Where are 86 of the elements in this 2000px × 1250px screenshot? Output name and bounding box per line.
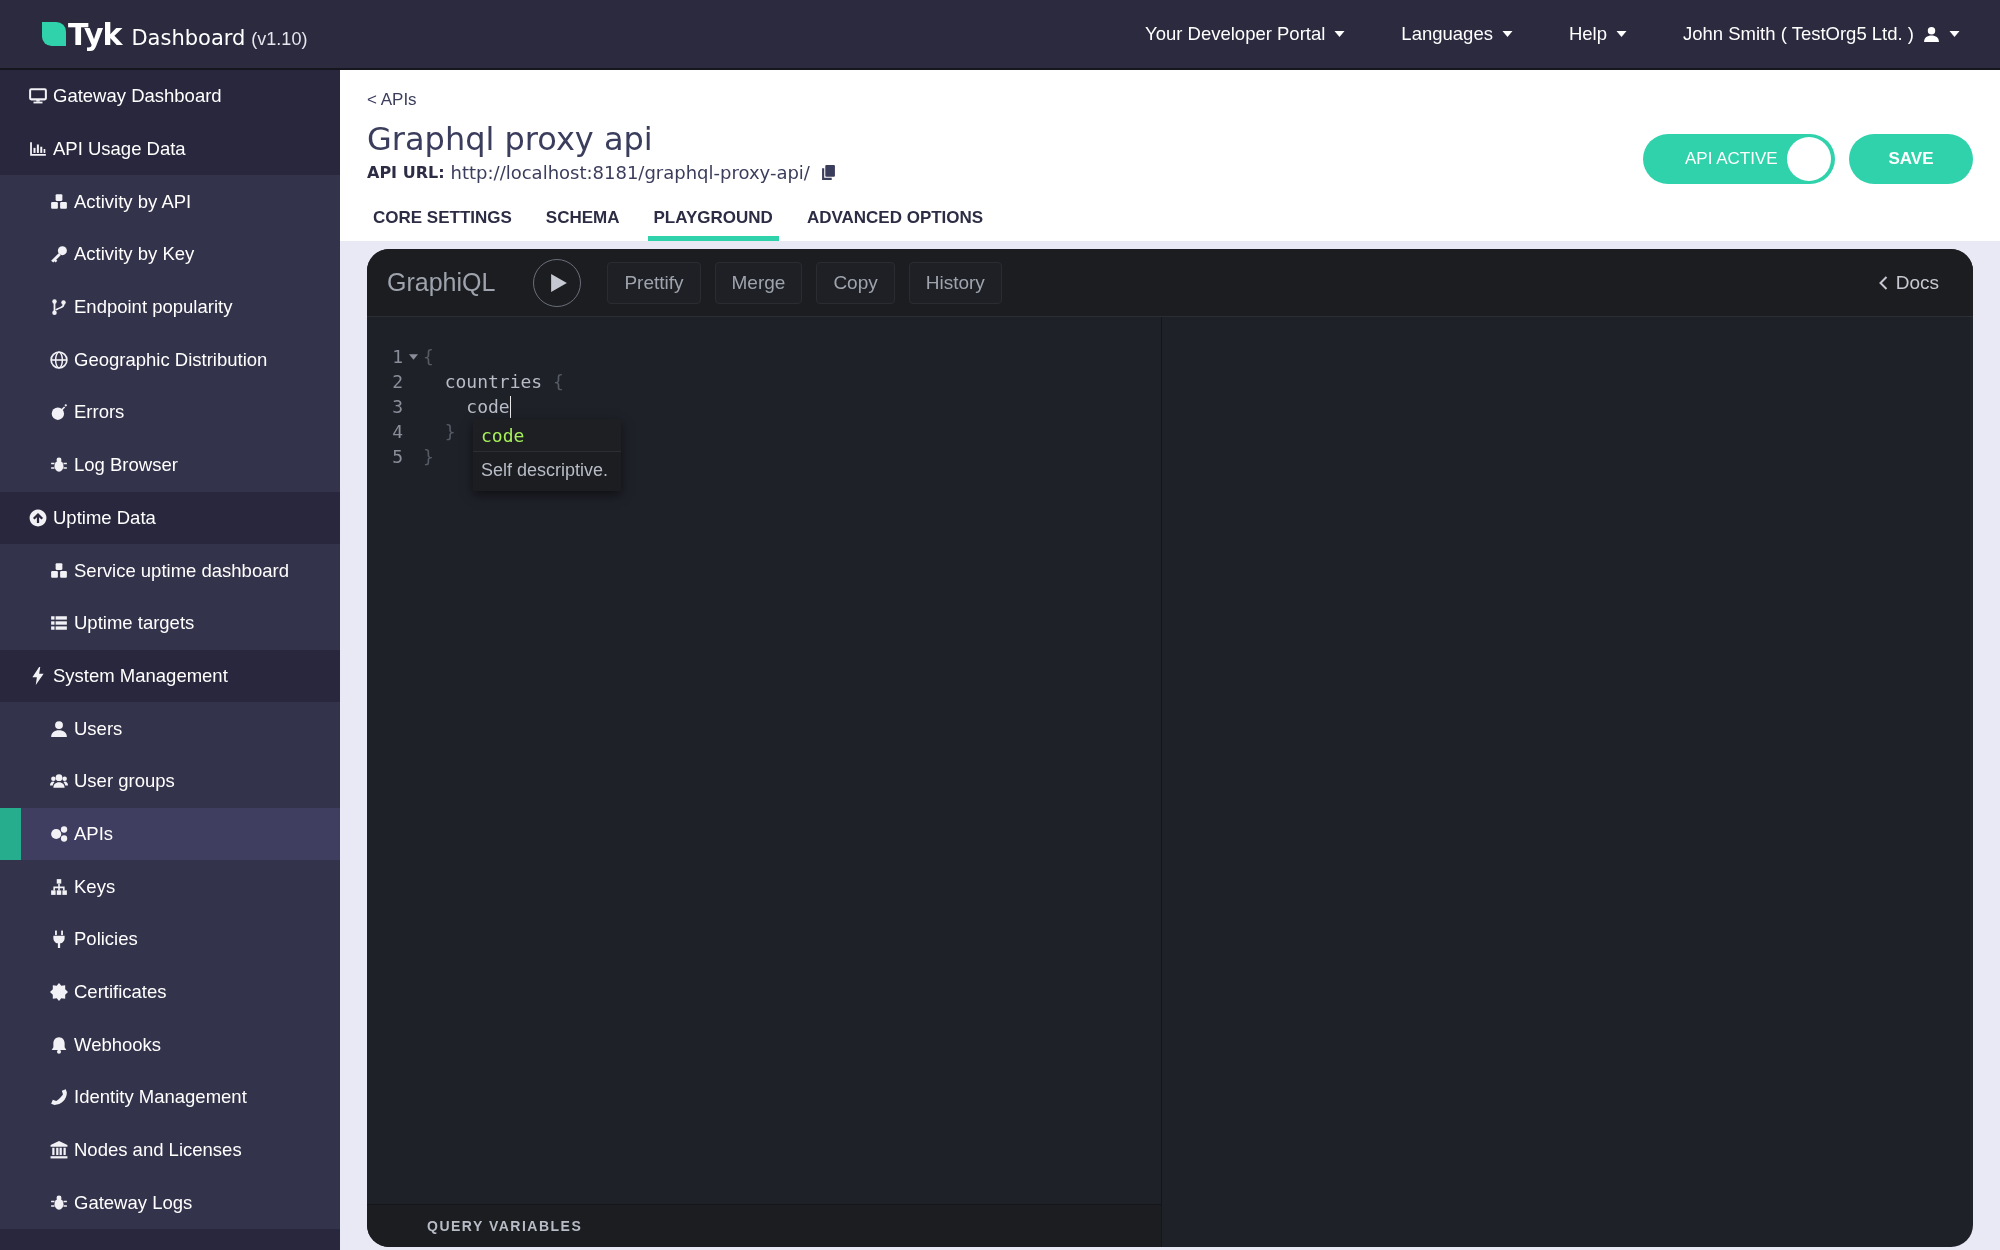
- sidebar-item[interactable]: Endpoint popularity: [0, 280, 340, 334]
- tab[interactable]: CORE SETTINGS: [367, 202, 518, 241]
- cubes-icon: [50, 192, 68, 211]
- bank-icon: [50, 1141, 68, 1160]
- line-number: 3: [391, 396, 403, 417]
- caret-icon: [1334, 31, 1346, 37]
- query-variables-bar[interactable]: QUERY VARIABLES: [367, 1204, 1161, 1247]
- list-icon: [50, 614, 68, 633]
- line-number: 2: [391, 371, 403, 392]
- user-menu[interactable]: John Smith ( TestOrg5 Ltd. ): [1683, 23, 1960, 45]
- key-icon: [50, 245, 68, 264]
- suggestion-item[interactable]: code: [473, 419, 621, 452]
- sidebar-item[interactable]: User groups: [0, 754, 340, 808]
- bomb-icon: [50, 403, 68, 422]
- nav-menu[interactable]: Your Developer Portal: [1145, 23, 1346, 45]
- sidebar-item[interactable]: Errors: [0, 386, 340, 439]
- monitor-icon: [29, 87, 47, 106]
- seal-icon: [50, 983, 68, 1002]
- toolbar-button[interactable]: Merge: [714, 261, 803, 304]
- caret-icon: [1949, 31, 1960, 37]
- sidebar-item[interactable]: Uptime Data: [0, 491, 340, 545]
- branch-icon: [50, 298, 68, 317]
- bar-chart-icon: [29, 140, 47, 159]
- bug-icon: [50, 456, 68, 475]
- line-number: 5: [391, 446, 403, 467]
- caret-icon: [1616, 31, 1627, 37]
- sidebar-item[interactable]: System Management: [0, 649, 340, 703]
- line-number: 4: [391, 421, 403, 442]
- logo-icon: [42, 22, 66, 46]
- sidebar-item[interactable]: Gateway Dashboard: [0, 70, 340, 123]
- user-icon: [50, 719, 68, 738]
- sidebar-item[interactable]: Service uptime dashboard: [0, 544, 340, 597]
- docs-button[interactable]: Docs: [1872, 270, 1945, 295]
- plug-icon: [50, 930, 68, 949]
- play-icon: [551, 273, 568, 292]
- sidebar-item[interactable]: APIs: [0, 807, 340, 861]
- copy-icon[interactable]: [821, 165, 835, 180]
- sidebar-item[interactable]: Nodes and Licenses: [0, 1123, 340, 1177]
- tab[interactable]: PLAYGROUND: [647, 202, 779, 241]
- user-icon: [1923, 25, 1940, 43]
- globe-icon: [50, 350, 68, 369]
- sidebar-item[interactable]: Gateway Logs: [0, 1176, 340, 1230]
- sitemap-icon: [50, 877, 68, 896]
- sidebar-item[interactable]: Certificates: [0, 965, 340, 1019]
- breadcrumb-link[interactable]: < APIs: [367, 90, 417, 110]
- sidebar-item[interactable]: Policies: [0, 913, 340, 966]
- tab[interactable]: SCHEMA: [539, 202, 626, 241]
- toolbar-button[interactable]: History: [908, 261, 1002, 304]
- tab[interactable]: ADVANCED OPTIONS: [800, 202, 990, 241]
- api-url: http://localhost:8181/graphql-proxy-api/: [450, 162, 810, 183]
- users-icon: [50, 772, 68, 791]
- toolbar-button[interactable]: Copy: [816, 261, 895, 304]
- caret-icon: [1501, 31, 1513, 37]
- product-name: Dashboard: [131, 25, 246, 50]
- version-label: (v1.10): [251, 28, 308, 50]
- code-field: code: [423, 396, 510, 417]
- sidebar-item[interactable]: Webhooks: [0, 1018, 340, 1072]
- code-punctuation: }: [443, 421, 456, 442]
- code-punctuation: {: [423, 346, 434, 367]
- code-punctuation: {: [552, 371, 564, 392]
- page-title: Graphql proxy api: [367, 120, 653, 158]
- code-field: countries: [423, 371, 543, 392]
- sidebar-item[interactable]: Activity by API: [0, 175, 340, 229]
- chevron-left-icon: [1878, 275, 1888, 290]
- fold-caret-icon[interactable]: [408, 353, 418, 360]
- sidebar-item[interactable]: Geographic Distribution: [0, 333, 340, 387]
- sidebar-item[interactable]: Identity Management: [0, 1071, 340, 1124]
- sidebar-item[interactable]: Users: [0, 702, 340, 755]
- nav-menu[interactable]: Help: [1568, 23, 1627, 45]
- code-punctuation: }: [423, 446, 434, 467]
- cubes-icon: [50, 561, 68, 580]
- suggestion-description: Self descriptive.: [480, 459, 610, 482]
- bug-icon: [50, 1193, 68, 1212]
- phone-icon: [50, 1088, 68, 1107]
- sidebar-item[interactable]: Activity by Key: [0, 228, 340, 281]
- sidebar-item[interactable]: API Usage Data: [0, 122, 340, 176]
- toolbar-button[interactable]: Prettify: [607, 261, 701, 304]
- graphiql-title: GraphiQL: [387, 268, 496, 297]
- bell-icon: [50, 1035, 68, 1054]
- sidebar-item[interactable]: Keys: [0, 860, 340, 913]
- sidebar-item[interactable]: Log Browser: [0, 438, 340, 492]
- line-number: 1: [391, 346, 403, 367]
- logo-text: Tyk: [68, 16, 122, 52]
- sidebar-item[interactable]: Uptime targets: [0, 596, 340, 650]
- url-label: API URL:: [367, 163, 445, 182]
- nav-menu[interactable]: Languages: [1401, 23, 1513, 45]
